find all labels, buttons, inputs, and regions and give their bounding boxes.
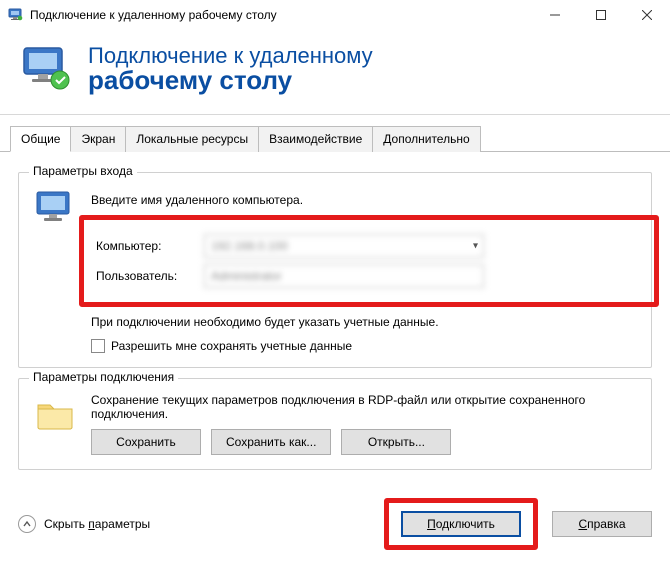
window-title: Подключение к удаленному рабочему столу <box>30 8 532 22</box>
connection-group-title: Параметры подключения <box>29 370 178 384</box>
dialog-footer: Скрыть параметры Подключить Справка <box>0 488 670 560</box>
tab-experience[interactable]: Взаимодействие <box>258 126 373 152</box>
computer-label: Компьютер: <box>96 239 204 253</box>
tab-advanced[interactable]: Дополнительно <box>372 126 480 152</box>
login-group-title: Параметры входа <box>29 164 137 178</box>
connect-button[interactable]: Подключить <box>401 511 521 537</box>
save-creds-checkbox[interactable] <box>91 339 105 353</box>
tab-local-resources[interactable]: Локальные ресурсы <box>125 126 259 152</box>
close-button[interactable] <box>624 0 670 30</box>
header-line1: Подключение к удаленному <box>88 45 373 67</box>
save-as-button[interactable]: Сохранить как... <box>211 429 331 455</box>
user-label: Пользователь: <box>96 269 204 283</box>
tab-general[interactable]: Общие <box>10 126 71 152</box>
tab-bar: Общие Экран Локальные ресурсы Взаимодейс… <box>0 125 670 152</box>
connection-desc: Сохранение текущих параметров подключени… <box>91 393 637 421</box>
login-instruction: Введите имя удаленного компьютера. <box>91 193 637 207</box>
save-creds-label: Разрешить мне сохранять учетные данные <box>111 339 352 353</box>
maximize-button[interactable] <box>578 0 624 30</box>
window-controls <box>532 0 670 30</box>
folder-icon <box>33 393 77 437</box>
highlight-connect: Подключить <box>384 498 538 550</box>
minimize-button[interactable] <box>532 0 578 30</box>
computer-input[interactable] <box>204 234 484 258</box>
save-button[interactable]: Сохранить <box>91 429 201 455</box>
collapse-icon[interactable] <box>18 515 36 533</box>
monitor-icon <box>33 187 77 231</box>
credentials-hint: При подключении необходимо будет указать… <box>91 315 637 329</box>
user-input[interactable] <box>204 264 484 288</box>
rdp-icon <box>20 42 74 96</box>
highlight-credentials: Компьютер: ▾ Пользователь: <box>79 215 659 307</box>
app-icon <box>8 7 24 23</box>
help-button[interactable]: Справка <box>552 511 652 537</box>
connection-group: Параметры подключения Сохранение текущих… <box>18 378 652 470</box>
header-line2: рабочему столу <box>88 67 373 93</box>
tab-content: Параметры входа Введите имя удаленного к… <box>0 152 670 488</box>
titlebar: Подключение к удаленному рабочему столу <box>0 0 670 30</box>
tab-display[interactable]: Экран <box>70 126 126 152</box>
login-group: Параметры входа Введите имя удаленного к… <box>18 172 652 368</box>
open-button[interactable]: Открыть... <box>341 429 451 455</box>
hide-params-link[interactable]: Скрыть параметры <box>44 517 150 531</box>
dialog-header: Подключение к удаленному рабочему столу <box>0 30 670 115</box>
